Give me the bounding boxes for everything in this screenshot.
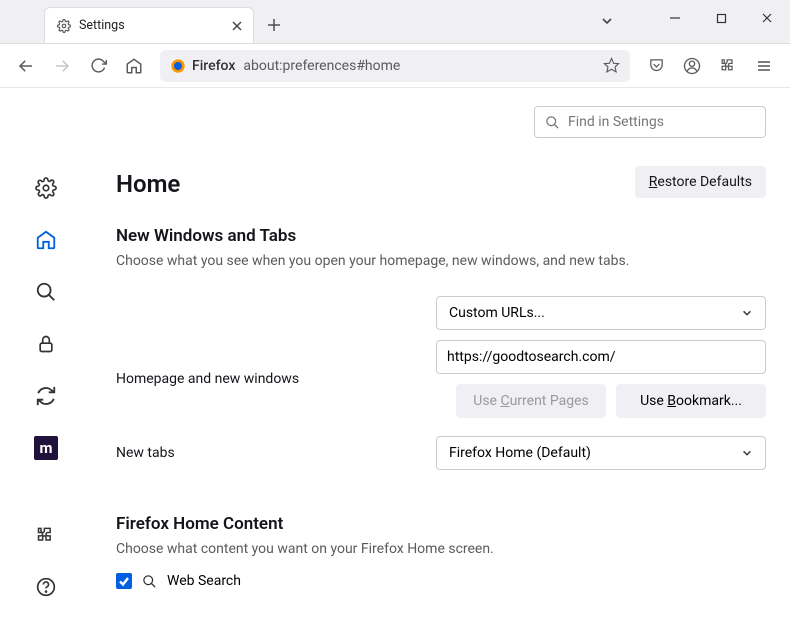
section-home-content-title: Firefox Home Content xyxy=(116,514,766,534)
question-icon xyxy=(36,577,56,597)
puzzle-icon xyxy=(36,525,56,545)
settings-sidebar: m xyxy=(0,88,92,617)
section-windows-tabs-title: New Windows and Tabs xyxy=(116,226,766,246)
homepage-url-label: Homepage and new windows xyxy=(116,371,436,387)
sidebar-privacy[interactable] xyxy=(26,324,66,364)
newtabs-select[interactable]: Firefox Home (Default) xyxy=(436,436,766,470)
toolbar: Firefox about:preferences#home xyxy=(0,44,790,88)
main-panel: Find in Settings Home Restore Defaults N… xyxy=(92,88,790,617)
extensions-button[interactable] xyxy=(712,50,744,82)
sidebar-support[interactable] xyxy=(26,567,66,607)
mozilla-icon: m xyxy=(34,436,58,460)
home-icon xyxy=(125,57,143,75)
pocket-icon xyxy=(648,57,665,74)
section-home-content-sub: Choose what content you want on your Fir… xyxy=(116,540,766,560)
homepage-select-value: Custom URLs... xyxy=(449,305,545,321)
homepage-mode-select[interactable]: Custom URLs... xyxy=(436,296,766,330)
close-button[interactable] xyxy=(744,0,790,36)
arrow-right-icon xyxy=(53,57,71,75)
puzzle-icon xyxy=(720,57,737,74)
app-menu-button[interactable] xyxy=(748,50,780,82)
gear-icon xyxy=(35,177,57,199)
hamburger-icon xyxy=(756,58,772,74)
homepage-url-input[interactable] xyxy=(436,340,766,374)
newtabs-label: New tabs xyxy=(116,445,436,461)
use-bookmark-button[interactable]: Use Bookmark... xyxy=(616,384,766,418)
chevron-down-icon xyxy=(741,307,753,319)
home-icon xyxy=(35,229,57,251)
maximize-button[interactable] xyxy=(698,0,744,36)
window-controls xyxy=(652,0,790,36)
search-placeholder: Find in Settings xyxy=(568,114,664,130)
close-icon xyxy=(231,20,243,32)
homepage-url-row: Homepage and new windows Use Current Pag… xyxy=(116,340,766,418)
section-windows-tabs-sub: Choose what you see when you open your h… xyxy=(116,252,766,272)
bookmark-star-icon[interactable] xyxy=(603,57,620,74)
sidebar-extensions[interactable] xyxy=(26,515,66,555)
search-icon xyxy=(35,281,57,303)
web-search-row: Web Search xyxy=(116,573,766,589)
tab-close-button[interactable] xyxy=(229,18,245,34)
tab-strip: Settings xyxy=(0,0,790,44)
sidebar-more-mozilla[interactable]: m xyxy=(26,428,66,468)
identity-label: Firefox xyxy=(192,58,235,74)
chevron-down-icon xyxy=(600,14,614,28)
restore-defaults-button[interactable]: Restore Defaults xyxy=(635,166,766,198)
web-search-checkbox[interactable] xyxy=(116,573,132,589)
back-button[interactable] xyxy=(10,50,42,82)
newtabs-select-value: Firefox Home (Default) xyxy=(449,445,591,461)
web-search-label: Web Search xyxy=(167,573,241,589)
tab-settings[interactable]: Settings xyxy=(44,7,254,43)
close-icon xyxy=(761,12,773,24)
chevron-down-icon xyxy=(741,447,753,459)
account-button[interactable] xyxy=(676,50,708,82)
sidebar-search[interactable] xyxy=(26,272,66,312)
tabs-dropdown-button[interactable] xyxy=(584,14,630,28)
forward-button xyxy=(46,50,78,82)
lock-icon xyxy=(36,333,56,355)
search-icon xyxy=(545,115,560,130)
sidebar-sync[interactable] xyxy=(26,376,66,416)
sidebar-general[interactable] xyxy=(26,168,66,208)
new-tab-button[interactable] xyxy=(260,11,288,39)
plus-icon xyxy=(267,18,281,32)
settings-search-input[interactable]: Find in Settings xyxy=(534,106,766,138)
reload-icon xyxy=(90,57,107,74)
gear-icon xyxy=(57,19,71,33)
maximize-icon xyxy=(716,13,727,24)
pocket-button[interactable] xyxy=(640,50,672,82)
arrow-left-icon xyxy=(17,57,35,75)
url-bar[interactable]: Firefox about:preferences#home xyxy=(160,50,630,82)
checkmark-icon xyxy=(118,575,130,587)
tab-title: Settings xyxy=(79,18,221,33)
reload-button[interactable] xyxy=(82,50,114,82)
minimize-icon xyxy=(669,12,681,24)
restore-label: estore Defaults xyxy=(657,174,752,190)
use-current-pages-button: Use Current Pages xyxy=(456,384,606,418)
search-icon xyxy=(142,574,157,589)
minimize-button[interactable] xyxy=(652,0,698,36)
identity-box[interactable]: Firefox xyxy=(170,58,235,74)
newtabs-row: New tabs Firefox Home (Default) xyxy=(116,436,766,470)
account-icon xyxy=(683,57,701,75)
sidebar-home[interactable] xyxy=(26,220,66,260)
content: m Find in Settings Home Restore Defaults… xyxy=(0,88,790,617)
homepage-row: Custom URLs... xyxy=(116,296,766,330)
sync-icon xyxy=(35,385,57,407)
url-text: about:preferences#home xyxy=(243,58,595,74)
home-button[interactable] xyxy=(118,50,150,82)
firefox-icon xyxy=(170,58,186,74)
